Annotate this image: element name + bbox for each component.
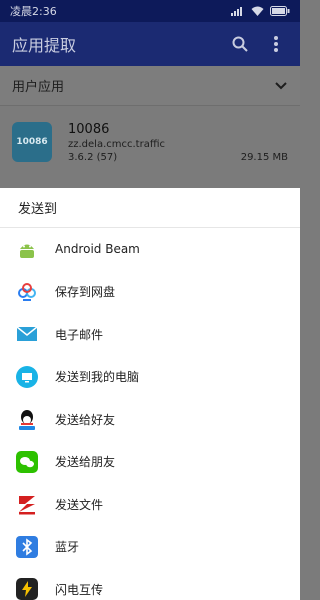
app-list-item[interactable]: 10086 10086 zz.dela.cmcc.traffic 3.6.2 (… — [0, 106, 300, 178]
share-item-send-file[interactable]: 发送文件 — [0, 483, 300, 526]
share-item-email[interactable]: 电子邮件 — [0, 313, 300, 356]
app-package: zz.dela.cmcc.traffic — [68, 138, 166, 150]
signal-icon — [231, 7, 242, 16]
status-time: 凌晨2:36 — [10, 5, 57, 18]
battery-icon — [270, 6, 290, 16]
share-item-flash-transfer[interactable]: 闪电互传 — [0, 568, 300, 600]
flash-transfer-icon — [16, 578, 38, 600]
chevron-down-icon — [275, 81, 287, 89]
app-icon: 10086 — [12, 122, 52, 162]
qq-icon — [16, 408, 38, 431]
app-name: 10086 — [68, 121, 110, 137]
file-transfer-icon — [16, 493, 38, 515]
share-label: 电子邮件 — [55, 327, 104, 342]
share-item-bluetooth[interactable]: 蓝牙 — [0, 526, 300, 569]
section-title: 用户应用 — [12, 80, 65, 95]
status-bar: 凌晨2:36 — [0, 0, 300, 22]
sheet-title: 发送到 — [0, 188, 300, 228]
more-options-button[interactable] — [264, 32, 288, 56]
app-bar: 应用提取 — [0, 22, 300, 66]
share-label: 发送文件 — [55, 497, 104, 512]
share-label: 闪电互传 — [55, 582, 104, 597]
search-button[interactable] — [228, 32, 252, 56]
share-item-wechat[interactable]: 发送给朋友 — [0, 441, 300, 484]
search-icon — [232, 36, 248, 52]
email-icon — [16, 323, 38, 345]
wechat-icon — [16, 450, 38, 473]
page-title: 应用提取 — [12, 36, 77, 55]
share-label: Android Beam — [55, 242, 140, 257]
share-sheet: 发送到 Android Beam 保存到网盘 电子邮件 发送到我的电脑 发送给好… — [0, 188, 300, 600]
share-target-list: Android Beam 保存到网盘 电子邮件 发送到我的电脑 发送给好友 发送… — [0, 228, 300, 600]
share-label: 发送给朋友 — [55, 455, 116, 470]
share-label: 发送给好友 — [55, 412, 116, 427]
user-apps-section[interactable]: 用户应用 — [0, 66, 300, 106]
android-icon — [16, 238, 38, 260]
status-icons — [231, 6, 290, 16]
share-item-my-computer[interactable]: 发送到我的电脑 — [0, 356, 300, 399]
cloud-drive-icon — [16, 281, 38, 303]
share-label: 保存到网盘 — [55, 285, 116, 300]
share-item-qq-friend[interactable]: 发送给好友 — [0, 398, 300, 441]
app-size: 29.15 MB — [240, 151, 288, 163]
bluetooth-icon — [16, 535, 38, 558]
more-vert-icon — [274, 36, 278, 52]
share-label: 蓝牙 — [55, 540, 80, 555]
app-version: 3.6.2 (57) — [68, 151, 118, 163]
wifi-icon — [251, 6, 264, 16]
computer-icon — [16, 365, 38, 388]
share-item-cloud-drive[interactable]: 保存到网盘 — [0, 271, 300, 314]
share-label: 发送到我的电脑 — [55, 370, 140, 385]
share-item-android-beam[interactable]: Android Beam — [0, 228, 300, 271]
